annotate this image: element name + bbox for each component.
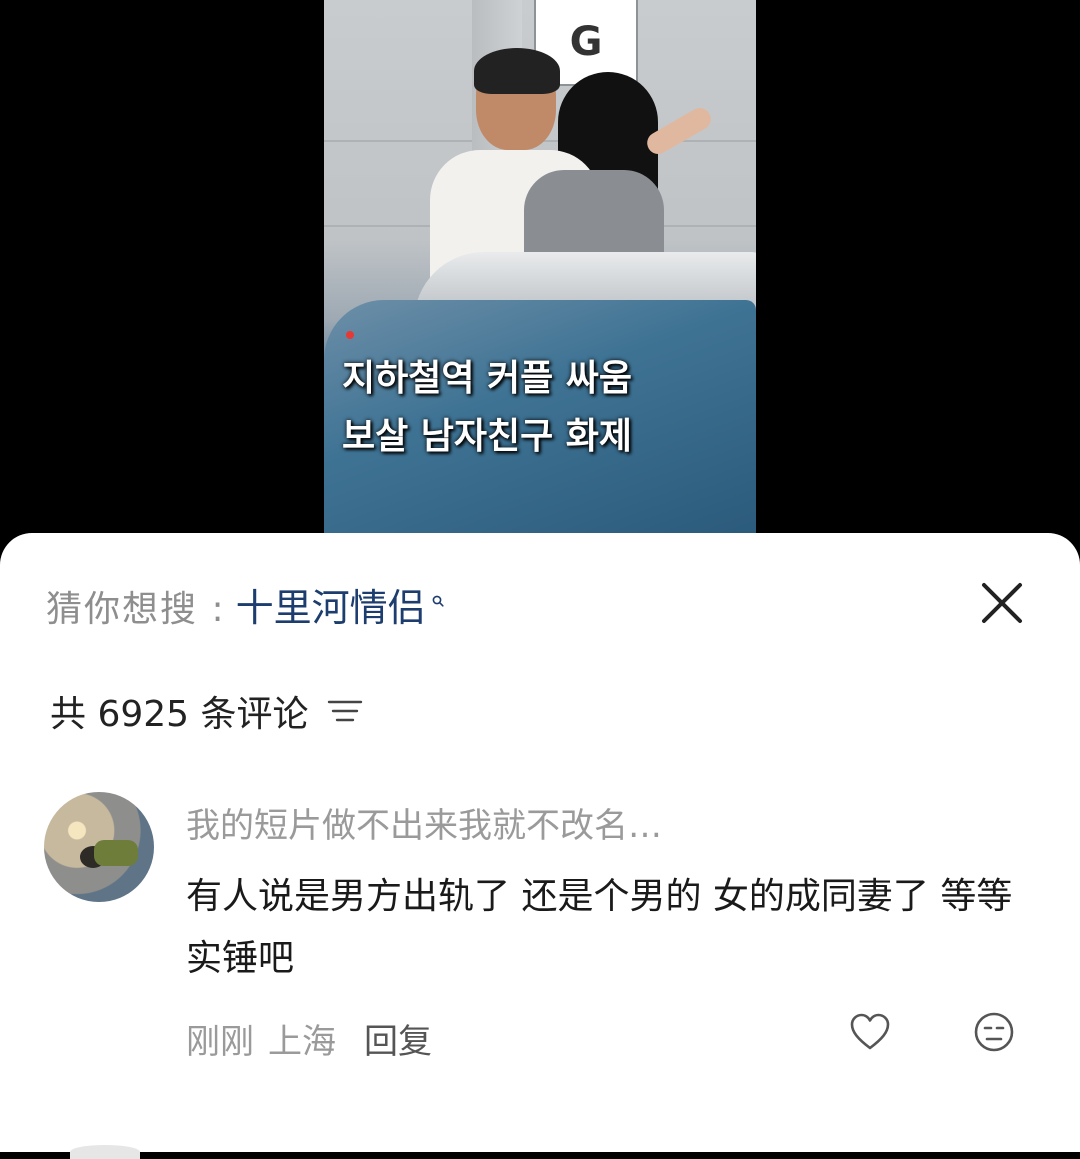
sort-lines-icon[interactable]: [327, 696, 363, 726]
next-comment-avatar: [70, 1145, 140, 1159]
reply-button[interactable]: 回复: [364, 1014, 432, 1063]
location-pin-icon: [346, 331, 354, 339]
heart-icon[interactable]: [848, 1010, 892, 1054]
suggested-search[interactable]: 猜你想搜 : 十里河情侣: [46, 577, 444, 632]
video-player[interactable]: G 지하철역 커플 싸움 보살 남자친구 화제: [0, 0, 1080, 560]
sign-letter: G: [569, 19, 603, 65]
comment-username[interactable]: 我的短片做不出来我就不改名…: [186, 798, 662, 847]
suggested-search-label: 猜你想搜 :: [46, 589, 226, 630]
comment-text: 有人说是男方出轨了 还是个男的 女的成同妻了 等等实锤吧: [186, 876, 1013, 979]
comments-sheet: 猜你想搜 : 十里河情侣 共 6925 条评论 我的短片做不出来我就不改名… 有…: [0, 533, 1080, 1159]
unamused-face-icon[interactable]: [972, 1010, 1016, 1054]
comment-time: 刚刚: [186, 1022, 254, 1062]
video-frame[interactable]: G 지하철역 커플 싸움 보살 남자친구 화제: [324, 0, 756, 533]
comment-location: 上海: [268, 1022, 336, 1062]
man-hair: [474, 48, 560, 94]
comment-count-row: 共 6925 条评论: [50, 685, 363, 737]
comment-item: 我的短片做不出来我就不改名… 有人说是男方出轨了 还是个男的 女的成同妻了 等等…: [0, 788, 1080, 1088]
close-icon[interactable]: [976, 577, 1028, 629]
caption-line-2: 보살 남자친구 화제: [342, 416, 633, 457]
avatar-detail: [94, 840, 138, 866]
comment-meta: 刚刚 上海 回复: [186, 1014, 432, 1063]
video-caption: 지하철역 커플 싸움 보살 남자친구 화제: [342, 350, 742, 466]
caption-line-1: 지하철역 커플 싸움: [342, 358, 633, 399]
avatar[interactable]: [44, 792, 154, 902]
suggested-search-term[interactable]: 十里河情侣: [236, 577, 426, 632]
comment-count: 共 6925 条评论: [50, 694, 309, 735]
search-icon: [432, 595, 444, 607]
